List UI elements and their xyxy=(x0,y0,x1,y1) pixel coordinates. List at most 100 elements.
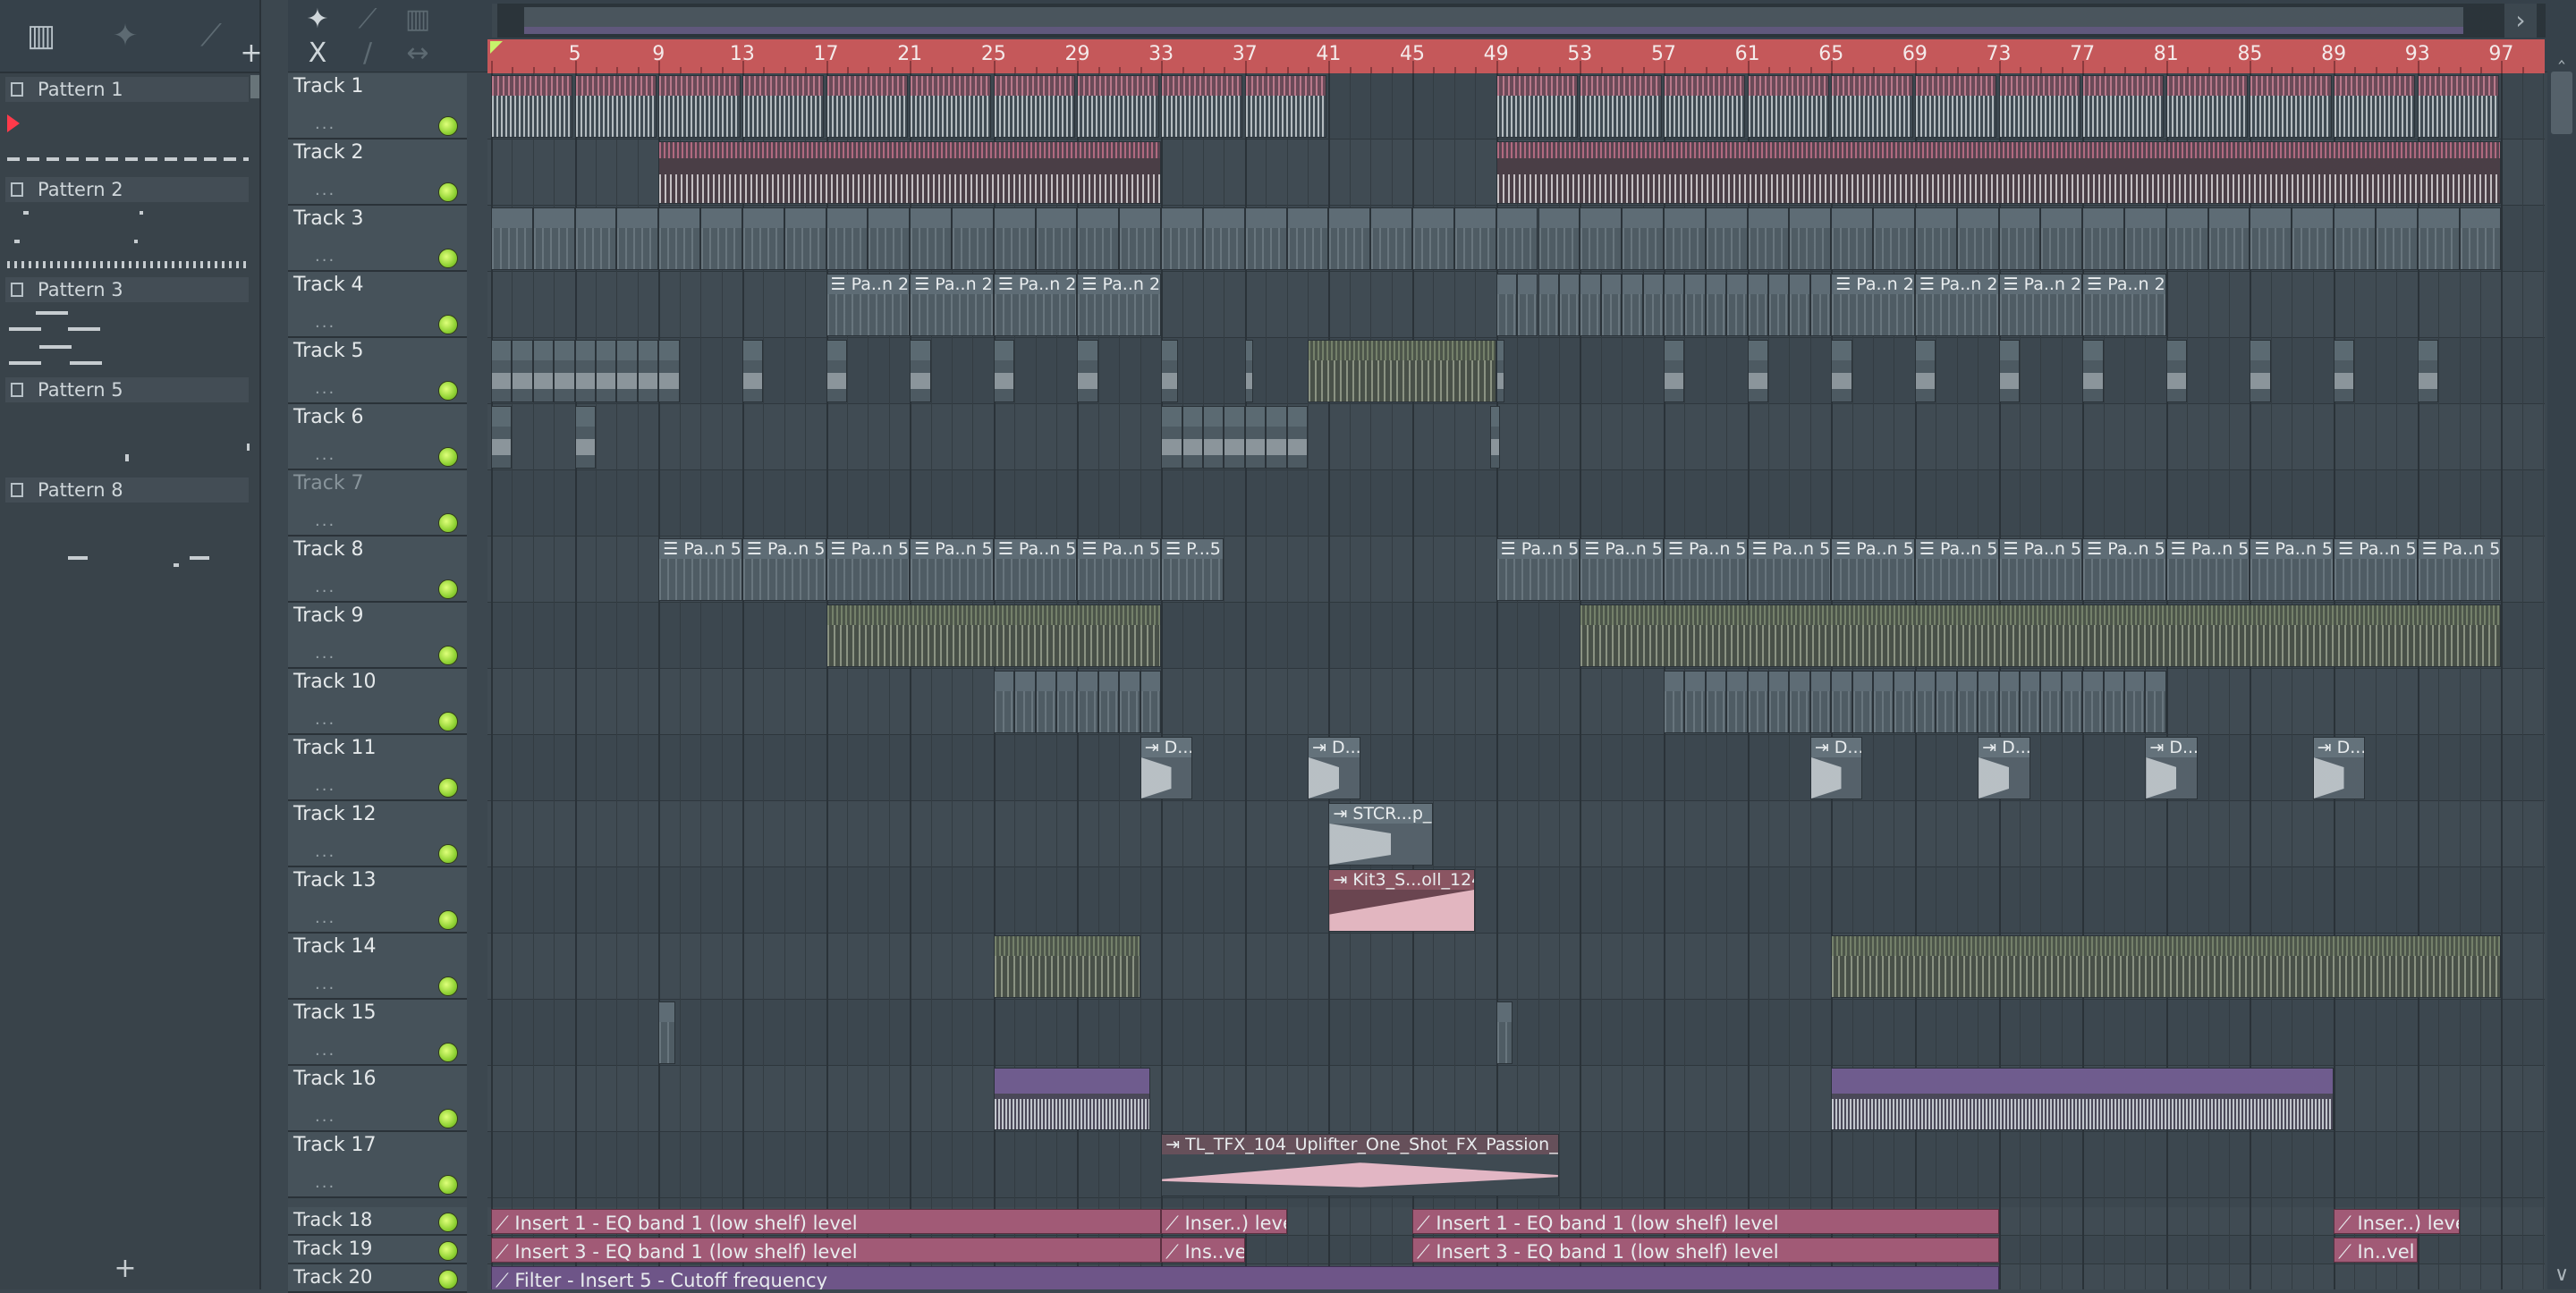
track-name[interactable]: Track 8 xyxy=(293,538,364,561)
audio-clip[interactable] xyxy=(2334,340,2355,402)
track-lane[interactable] xyxy=(487,1000,2545,1066)
pattern-clip[interactable] xyxy=(1097,671,1120,733)
pattern-clip[interactable] xyxy=(1768,671,1790,733)
pattern-clip[interactable] xyxy=(1831,207,1874,270)
sample-clip[interactable]: ⇥ STCR...p_D xyxy=(1328,803,1434,866)
track-enable-led-icon[interactable] xyxy=(438,1270,458,1289)
pattern-clip[interactable] xyxy=(1789,671,1810,733)
track-header[interactable]: Track 20 xyxy=(288,1264,467,1293)
audio-clip[interactable] xyxy=(826,604,1162,667)
pattern-2-clip[interactable]: ☰ Pa..n 2 xyxy=(993,274,1078,336)
pattern-5-clip[interactable]: ☰ Pa..n 5 xyxy=(2417,538,2502,601)
pattern-2-clip[interactable]: ☰ Pa..n 2 xyxy=(2082,274,2166,336)
pattern-item-header[interactable]: Pattern 2 xyxy=(5,177,249,202)
track-options[interactable]: ... xyxy=(315,1173,335,1192)
pattern-clip[interactable] xyxy=(1244,207,1287,270)
pattern-clip[interactable] xyxy=(1894,671,1915,733)
sample-clip[interactable]: ⇥ D... xyxy=(1978,737,2030,799)
track-header[interactable]: Track 10... xyxy=(288,669,467,735)
pattern-clip[interactable] xyxy=(1747,274,1768,336)
audio-clip[interactable] xyxy=(1077,340,1098,402)
track-name[interactable]: Track 17 xyxy=(293,1134,377,1156)
track-header[interactable]: Track 1... xyxy=(288,73,467,139)
hihat-pattern-clip[interactable] xyxy=(910,75,992,138)
pattern-clip[interactable] xyxy=(1956,207,1999,270)
pattern-clip[interactable] xyxy=(1809,671,1832,733)
picker-scrollbar[interactable] xyxy=(250,75,259,98)
automation-clip[interactable]: ⟋ In..vel xyxy=(2334,1238,2418,1263)
audio-clip[interactable] xyxy=(1998,340,2020,402)
add-pattern-button[interactable]: + xyxy=(112,1255,139,1282)
audio-clip[interactable] xyxy=(2082,340,2104,402)
track-name[interactable]: Track 2 xyxy=(293,141,364,164)
pattern-item-8[interactable]: Pattern 8 xyxy=(5,477,249,576)
audio-clip[interactable] xyxy=(1286,406,1308,469)
audio-clip[interactable] xyxy=(1489,406,1501,469)
pattern-item-5[interactable]: Pattern 5 xyxy=(5,377,250,476)
hihat-pattern-clip[interactable] xyxy=(2417,75,2500,138)
pattern-clip[interactable] xyxy=(1119,207,1162,270)
track-enable-led-icon[interactable] xyxy=(438,182,458,202)
pattern-clip[interactable] xyxy=(1684,274,1706,336)
mute-tool-icon[interactable]: ∕ xyxy=(347,38,388,70)
pattern-clip[interactable] xyxy=(1622,207,1664,270)
hihat-pattern-clip[interactable] xyxy=(658,75,741,138)
pattern-clip[interactable] xyxy=(2061,671,2083,733)
pattern-item-header[interactable]: Pattern 5 xyxy=(5,377,249,402)
pattern-clip[interactable] xyxy=(1873,671,1894,733)
track-enable-led-icon[interactable] xyxy=(438,447,458,467)
track-enable-led-icon[interactable] xyxy=(438,381,458,401)
pattern-clip[interactable] xyxy=(2207,207,2250,270)
pattern-5-clip[interactable]: ☰ Pa..n 5 xyxy=(826,538,911,601)
pattern-clip[interactable] xyxy=(532,207,575,270)
track-options[interactable]: ... xyxy=(315,445,335,464)
track-name[interactable]: Track 5 xyxy=(293,340,364,362)
track-options[interactable]: ... xyxy=(315,710,335,729)
scrollbar-thumb[interactable] xyxy=(2551,72,2572,134)
automation-clip[interactable]: ⟋ Inser..) level xyxy=(1161,1209,1287,1234)
track-options[interactable]: ... xyxy=(315,114,335,133)
track-lane[interactable] xyxy=(487,669,2545,735)
track-header[interactable]: Track 2... xyxy=(288,139,467,206)
audio-clip[interactable] xyxy=(1202,406,1224,469)
track-name[interactable]: Track 11 xyxy=(293,737,377,759)
pattern-clip[interactable] xyxy=(1035,671,1057,733)
pattern-clip[interactable] xyxy=(1558,274,1580,336)
pattern-item-header[interactable]: Pattern 1 xyxy=(5,77,249,102)
pattern-5-clip[interactable]: ☰ Pa..n 5 xyxy=(1998,538,2083,601)
track-options[interactable]: ... xyxy=(315,1041,335,1060)
pattern-clip[interactable] xyxy=(1914,207,1957,270)
pattern-clip[interactable] xyxy=(1705,671,1727,733)
track-options[interactable]: ... xyxy=(315,975,335,993)
track-enable-led-icon[interactable] xyxy=(438,513,458,533)
track-name[interactable]: Track 3 xyxy=(293,207,364,230)
audio-clip[interactable] xyxy=(2250,340,2271,402)
hihat-pattern-clip[interactable] xyxy=(1580,75,1662,138)
pattern-clip[interactable] xyxy=(1496,141,2502,204)
audio-clip[interactable] xyxy=(826,340,847,402)
hihat-pattern-clip[interactable] xyxy=(574,75,657,138)
track-header[interactable]: Track 18 xyxy=(288,1207,467,1236)
audio-clip[interactable] xyxy=(1244,406,1267,469)
track-name[interactable]: Track 10 xyxy=(293,671,377,693)
pattern-clip[interactable] xyxy=(2103,671,2124,733)
audio-clip[interactable] xyxy=(637,340,659,402)
pattern-clip[interactable] xyxy=(2459,207,2502,270)
pattern-clip[interactable] xyxy=(1077,207,1120,270)
hihat-pattern-clip[interactable] xyxy=(2165,75,2249,138)
hihat-pattern-clip[interactable] xyxy=(741,75,825,138)
track-options[interactable]: ... xyxy=(315,379,335,398)
pattern-5-clip[interactable]: ☰ Pa..n 5 xyxy=(2165,538,2250,601)
track-name[interactable]: Track 1 xyxy=(293,75,364,97)
audio-clip[interactable] xyxy=(993,935,1140,998)
audio-clip[interactable] xyxy=(1831,935,2502,998)
audio-clip[interactable] xyxy=(1307,340,1496,402)
audio-clip[interactable] xyxy=(1914,340,1936,402)
pattern-5-clip[interactable]: ☰ Pa..n 5 xyxy=(1663,538,1748,601)
track-enable-led-icon[interactable] xyxy=(438,910,458,930)
automation-clip[interactable]: ⟋ Insert 1 - EQ band 1 (low shelf) level xyxy=(491,1209,1162,1234)
track-options[interactable]: ... xyxy=(315,578,335,596)
hihat-pattern-clip[interactable] xyxy=(1914,75,1997,138)
track-header[interactable]: Track 15... xyxy=(288,1000,467,1066)
pattern-item-header[interactable]: Pattern 8 xyxy=(5,477,249,503)
